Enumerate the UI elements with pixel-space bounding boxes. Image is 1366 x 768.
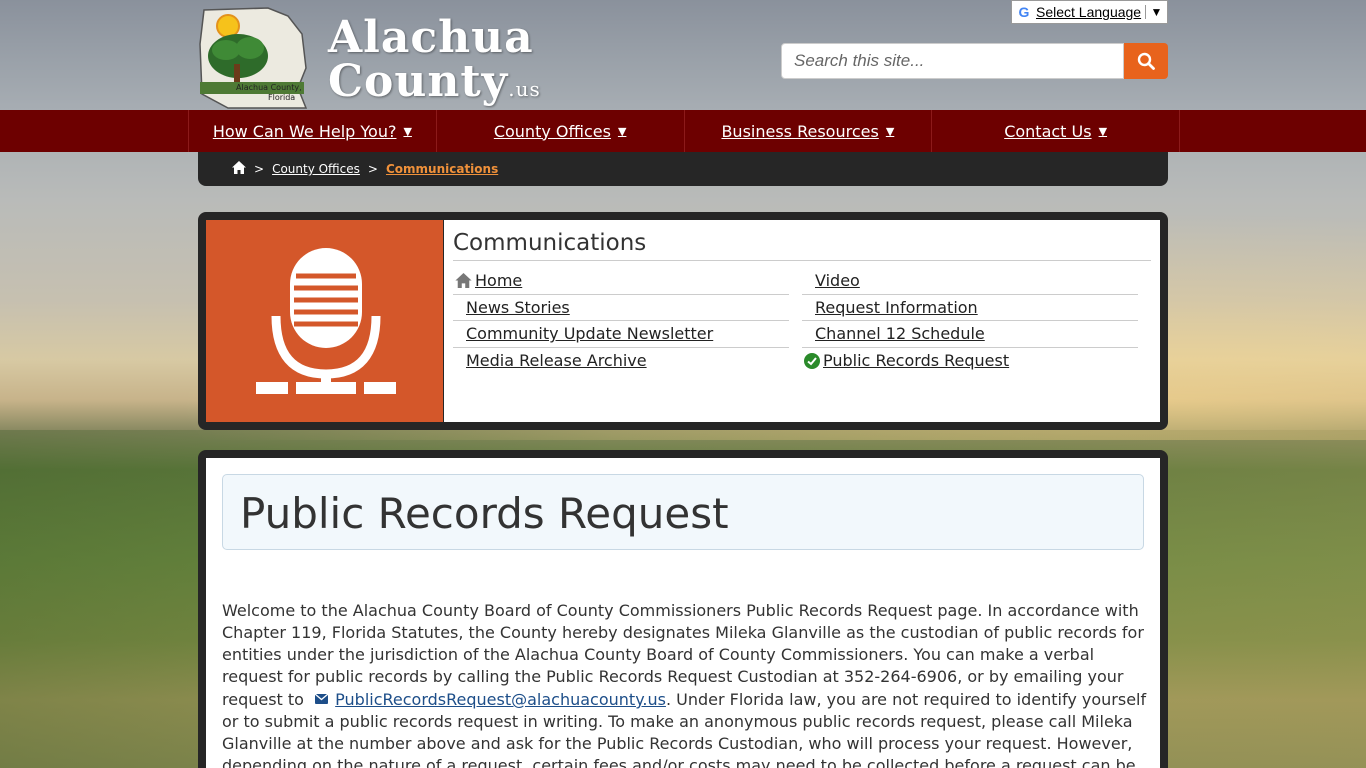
dropdown-arrow-icon: ▼: [1098, 124, 1108, 138]
search-icon: [1137, 52, 1155, 70]
menu-column-1: Home News Stories Community Update Newsl…: [453, 268, 789, 374]
menu-column-2: Video Request Information Channel 12 Sch…: [802, 268, 1138, 374]
breadcrumb-separator: >: [367, 162, 378, 176]
page-body: Welcome to the Alachua County Board of C…: [222, 601, 1147, 768]
menu-item-community-update[interactable]: Community Update Newsletter: [453, 321, 789, 348]
dropdown-arrow-icon: ▼: [885, 124, 895, 138]
language-selector[interactable]: G Select Language ▼: [1011, 0, 1168, 24]
site-name-line1: Alachua: [328, 12, 534, 63]
site-name-line2: County.us: [328, 56, 541, 107]
main-nav: How Can We Help You? ▼ County Offices ▼ Bu…: [0, 110, 1366, 152]
email-link[interactable]: PublicRecordsRequest@alachuacounty.us: [335, 690, 666, 709]
department-panel: Communications Home News Stories Communi…: [198, 212, 1168, 430]
divider: [453, 260, 1151, 261]
department-menu: Communications Home News Stories Communi…: [444, 220, 1160, 422]
logo-caption: Alachua County,: [236, 83, 302, 92]
breadcrumb-county-offices[interactable]: County Offices: [272, 162, 360, 176]
breadcrumb-separator: >: [254, 162, 265, 176]
county-logo[interactable]: Alachua County, Florida: [198, 4, 310, 110]
menu-item-home[interactable]: Home: [453, 268, 789, 295]
nav-how-can-we-help[interactable]: How Can We Help You? ▼: [188, 110, 437, 152]
menu-item-media-release[interactable]: Media Release Archive: [453, 348, 789, 375]
google-icon: G: [1018, 4, 1030, 20]
content-panel: Public Records Request Welcome to the Al…: [198, 450, 1168, 768]
svg-text:Florida: Florida: [268, 93, 295, 102]
menu-item-request-information[interactable]: Request Information: [802, 295, 1138, 321]
nav-contact-us[interactable]: Contact Us ▼: [932, 110, 1180, 152]
nav-business-resources[interactable]: Business Resources ▼: [685, 110, 933, 152]
home-icon[interactable]: [232, 161, 246, 177]
check-circle-icon: [804, 352, 820, 369]
nav-county-offices[interactable]: County Offices ▼: [437, 110, 685, 152]
menu-item-public-records[interactable]: Public Records Request: [802, 348, 1138, 375]
content-paper: Public Records Request Welcome to the Al…: [206, 458, 1160, 768]
search-input[interactable]: [781, 43, 1124, 79]
department-title: Communications: [453, 230, 647, 256]
envelope-icon: [314, 688, 329, 710]
language-label[interactable]: Select Language: [1036, 4, 1145, 20]
page-title-box: Public Records Request: [222, 474, 1144, 550]
page-title: Public Records Request: [240, 489, 729, 538]
home-icon: [455, 273, 472, 289]
department-icon-box: [206, 220, 443, 422]
microphone-icon: [255, 248, 396, 394]
breadcrumb: > County Offices > Communications: [198, 152, 1168, 186]
menu-item-news-stories[interactable]: News Stories: [453, 295, 789, 321]
site-search: [781, 43, 1168, 79]
breadcrumb-current[interactable]: Communications: [386, 162, 498, 176]
chevron-down-icon[interactable]: ▼: [1145, 5, 1167, 19]
site-wordmark[interactable]: Alachua County.us: [328, 16, 541, 111]
dropdown-arrow-icon: ▼: [617, 124, 627, 138]
dropdown-arrow-icon: ▼: [403, 124, 412, 138]
menu-item-channel-12[interactable]: Channel 12 Schedule: [802, 321, 1138, 348]
search-button[interactable]: [1124, 43, 1168, 79]
menu-item-video[interactable]: Video: [802, 268, 1138, 295]
